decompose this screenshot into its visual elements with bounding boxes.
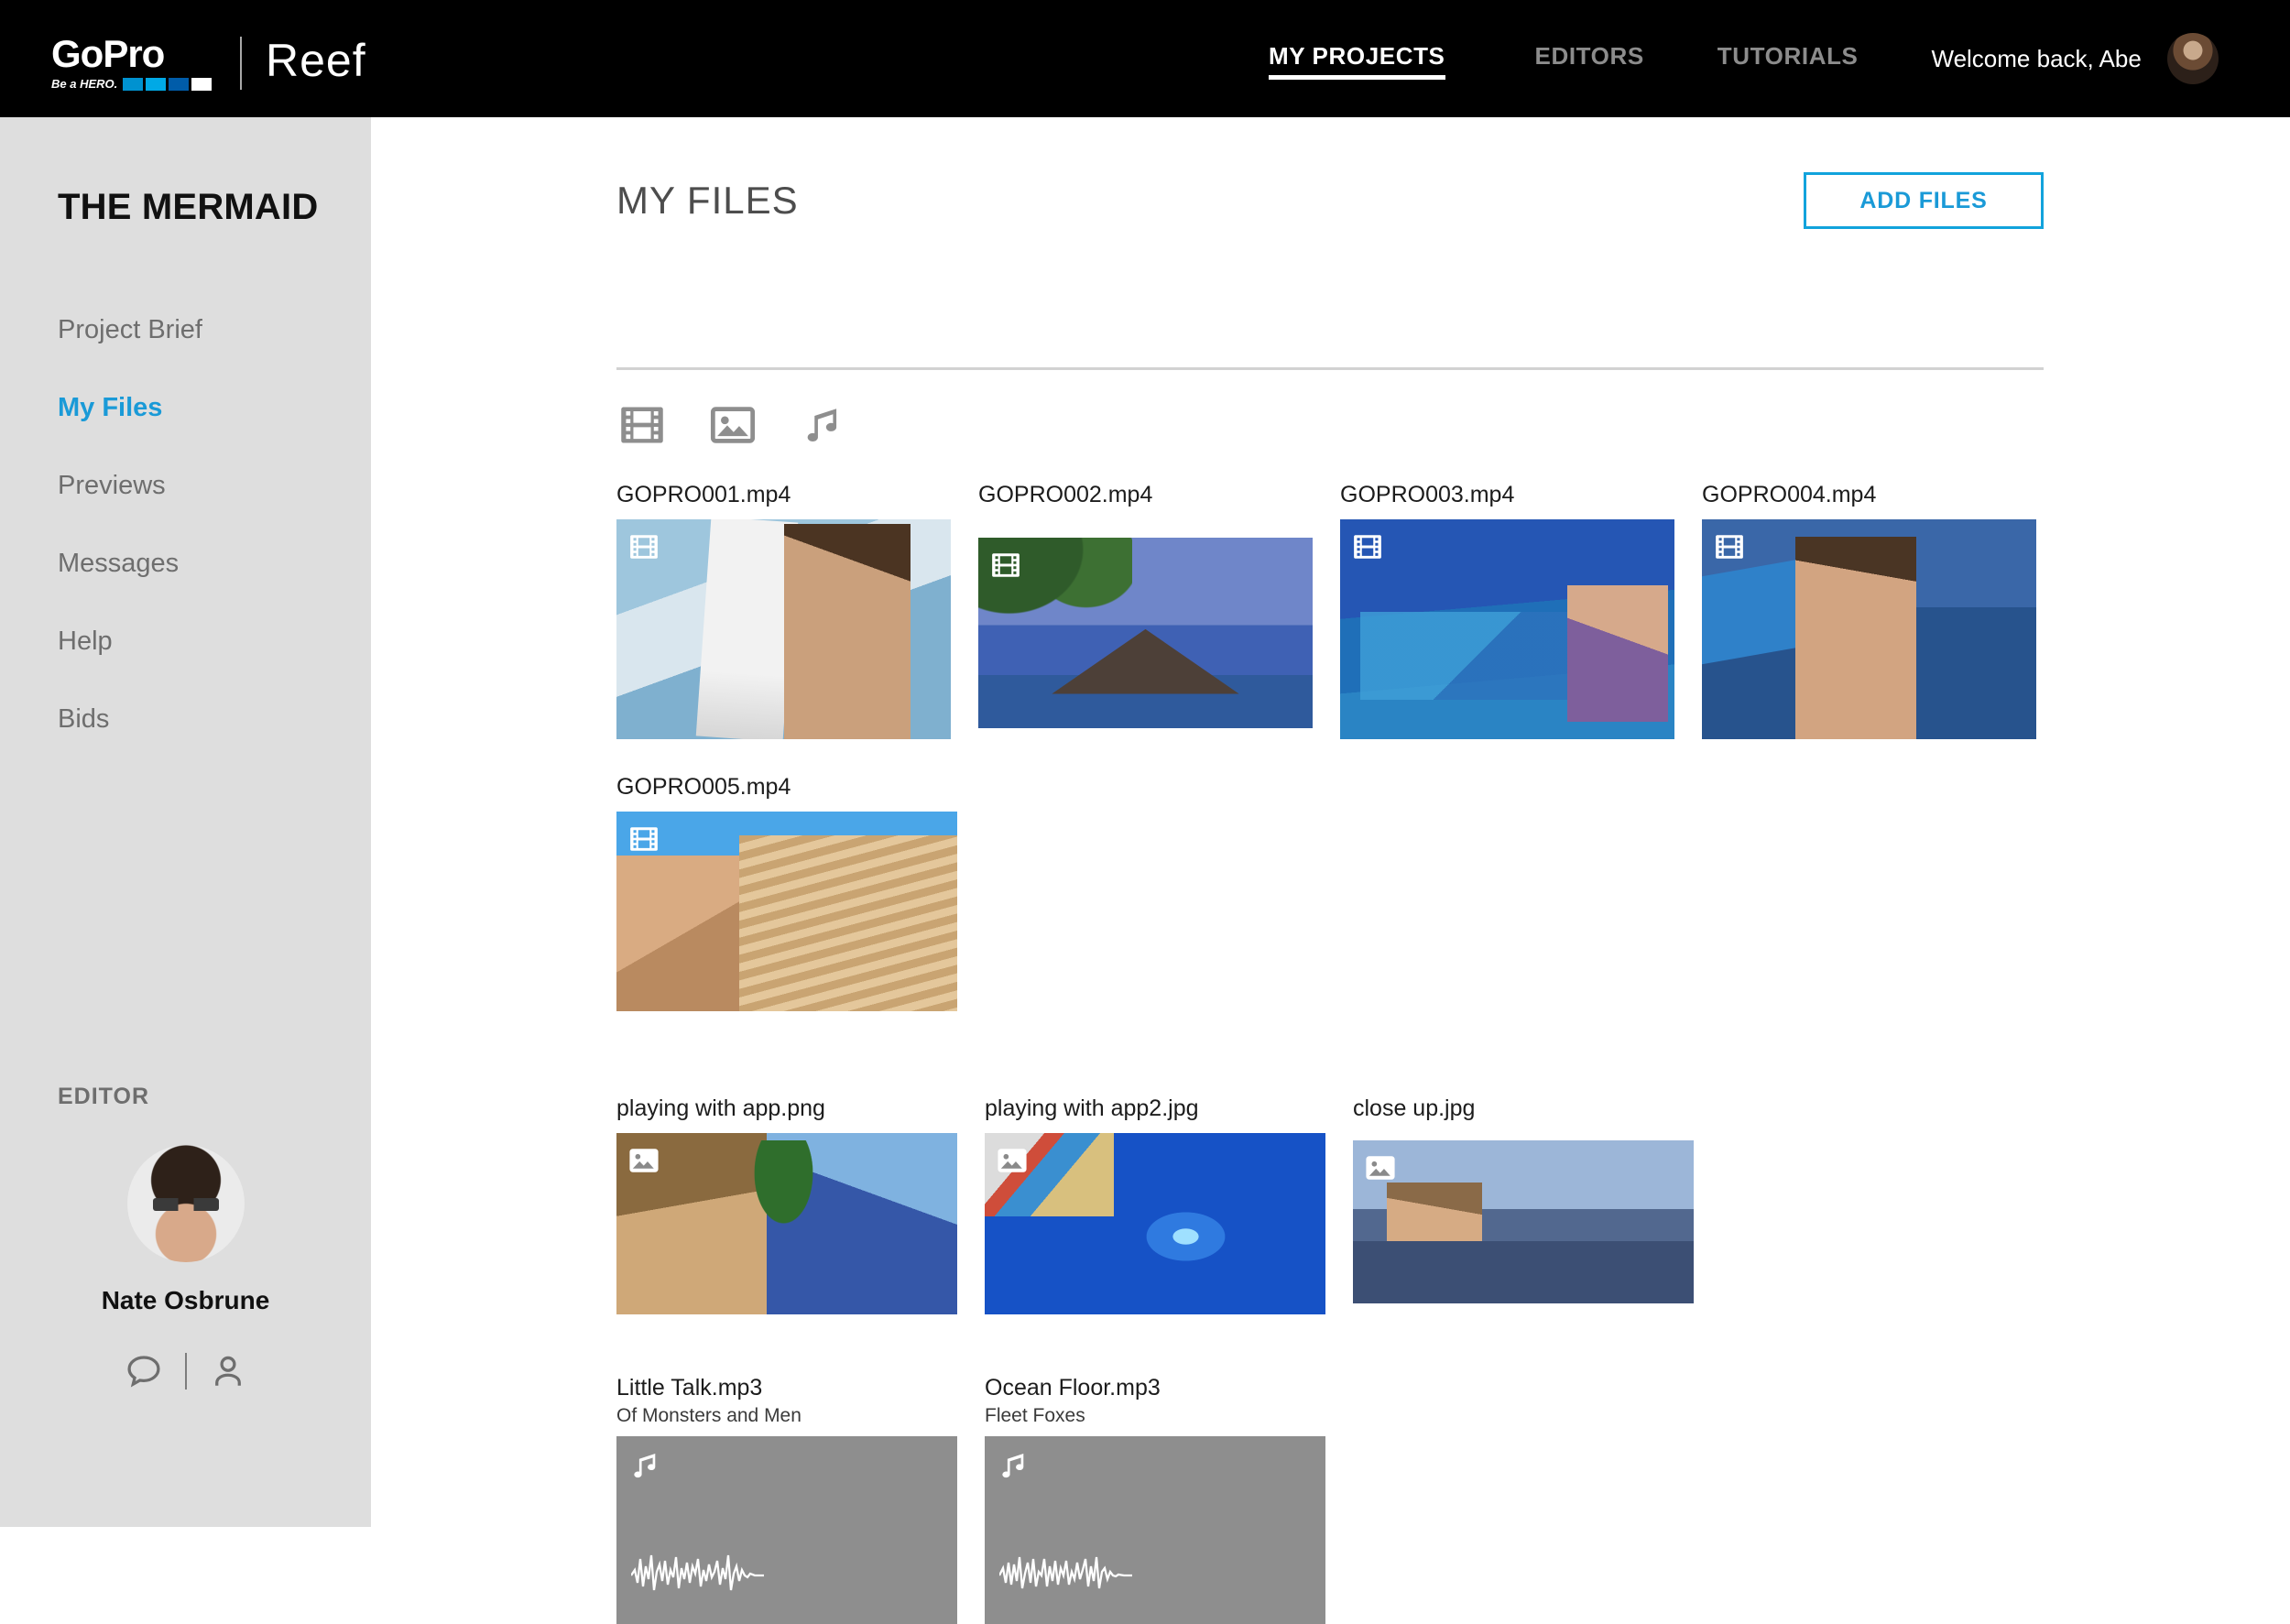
sidebar-item-help[interactable]: Help	[58, 627, 351, 656]
audio-waveform	[998, 1546, 1137, 1602]
nav-editors[interactable]: EDITORS	[1535, 42, 1644, 76]
file-row-images: playing with app.png playing with app2.j…	[616, 1095, 2082, 1314]
files-header: MY FILES ADD FILES	[616, 172, 2044, 229]
video-type-icon	[990, 550, 1021, 585]
nav-my-projects[interactable]: MY PROJECTS	[1269, 42, 1445, 80]
file-type-filters	[618, 401, 847, 449]
file-name: Little Talk.mp3	[616, 1375, 763, 1401]
file-card[interactable]: GOPRO004.mp4	[1702, 482, 2036, 739]
file-artist: Of Monsters and Men	[616, 1405, 802, 1426]
file-thumbnail[interactable]	[1353, 1140, 1694, 1303]
logo-square-4	[191, 77, 213, 91]
file-thumbnail[interactable]	[985, 1133, 1325, 1314]
file-thumbnail[interactable]	[1702, 519, 2036, 739]
file-card[interactable]: playing with app2.jpg	[985, 1095, 1325, 1314]
page-title: MY FILES	[616, 179, 799, 222]
sidebar-item-bids[interactable]: Bids	[58, 704, 351, 734]
image-type-icon	[1365, 1152, 1396, 1188]
file-name: GOPRO001.mp4	[616, 482, 791, 507]
editor-name: Nate Osbrune	[101, 1286, 270, 1314]
gopro-tagline-row: Be a HERO.	[51, 77, 216, 91]
welcome-message: Welcome back, Abe	[1931, 44, 2142, 72]
audio-type-icon	[628, 1448, 663, 1488]
file-thumbnail[interactable]	[978, 538, 1313, 728]
add-files-button[interactable]: ADD FILES	[1804, 172, 2044, 229]
file-grid: GOPRO001.mp4 GOPRO002.mp4 GOPRO003.mp4 G…	[616, 482, 2082, 1624]
video-type-icon	[628, 823, 660, 859]
file-row-videos-2: GOPRO005.mp4	[616, 774, 2082, 1011]
editor-action-row	[0, 1350, 371, 1392]
brand-lockup[interactable]: GoPro Be a HERO. Reef	[51, 35, 366, 92]
video-filter-icon[interactable]	[618, 401, 666, 449]
file-card[interactable]: GOPRO003.mp4	[1340, 482, 1674, 739]
logo-square-2	[146, 77, 167, 91]
profile-icon[interactable]	[207, 1350, 249, 1392]
audio-filter-icon[interactable]	[800, 401, 847, 449]
audio-waveform	[630, 1546, 769, 1602]
top-navigation-bar: GoPro Be a HERO. Reef MY PROJECTS EDITOR…	[0, 0, 2290, 117]
sidebar-item-messages[interactable]: Messages	[58, 549, 351, 578]
sidebar: THE MERMAID Project Brief My Files Previ…	[0, 117, 371, 1527]
file-card[interactable]: playing with app.png	[616, 1095, 957, 1314]
project-title: THE MERMAID	[58, 187, 319, 227]
file-card[interactable]: Ocean Floor.mp3 Fleet Foxes	[985, 1375, 1325, 1624]
user-avatar[interactable]	[2167, 33, 2219, 84]
editor-icon-divider	[184, 1353, 187, 1390]
file-thumbnail[interactable]	[616, 1436, 957, 1624]
product-name: Reef	[266, 35, 366, 86]
file-name: Ocean Floor.mp3	[985, 1375, 1161, 1401]
gopro-tagline: Be a HERO.	[51, 77, 118, 91]
brand-divider	[240, 37, 242, 90]
file-name: playing with app.png	[616, 1095, 825, 1121]
video-type-icon	[1714, 531, 1745, 567]
message-icon[interactable]	[123, 1350, 165, 1392]
image-type-icon	[628, 1145, 660, 1181]
file-name: GOPRO005.mp4	[616, 774, 791, 800]
file-artist: Fleet Foxes	[985, 1405, 1085, 1426]
file-card[interactable]: GOPRO002.mp4	[978, 482, 1313, 739]
logo-square-1	[123, 77, 144, 91]
file-row-audio: Little Talk.mp3 Of Monsters and Men Ocea…	[616, 1375, 2082, 1624]
sidebar-item-previews[interactable]: Previews	[58, 471, 351, 500]
sidebar-item-my-files[interactable]: My Files	[58, 393, 351, 422]
file-card[interactable]: GOPRO005.mp4	[616, 774, 957, 1011]
sidebar-item-project-brief[interactable]: Project Brief	[58, 315, 351, 344]
file-name: GOPRO004.mp4	[1702, 482, 1877, 507]
editor-section-label: EDITOR	[58, 1084, 149, 1109]
gopro-wordmark: GoPro	[51, 32, 165, 75]
header-divider	[616, 367, 2044, 370]
file-card[interactable]: GOPRO001.mp4	[616, 482, 951, 739]
nav-tutorials[interactable]: TUTORIALS	[1718, 42, 1859, 76]
file-name: GOPRO003.mp4	[1340, 482, 1515, 507]
file-thumbnail[interactable]	[985, 1436, 1325, 1624]
image-filter-icon[interactable]	[709, 401, 757, 449]
primary-nav: MY PROJECTS EDITORS TUTORIALS Welcome ba…	[1269, 0, 2142, 117]
sidebar-nav: Project Brief My Files Previews Messages…	[58, 315, 351, 782]
main-content: MY FILES ADD FILES GOPRO001.mp4 GOPRO002…	[371, 117, 2290, 1624]
logo-square-3	[169, 77, 190, 91]
file-thumbnail[interactable]	[616, 812, 957, 1011]
file-row-videos-1: GOPRO001.mp4 GOPRO002.mp4 GOPRO003.mp4 G…	[616, 482, 2082, 739]
editor-panel: EDITOR Nate Osbrune	[0, 1084, 371, 1392]
file-name: close up.jpg	[1353, 1095, 1476, 1121]
file-name: playing with app2.jpg	[985, 1095, 1199, 1121]
gopro-logo: GoPro Be a HERO.	[51, 35, 216, 91]
video-type-icon	[628, 531, 660, 567]
file-thumbnail[interactable]	[1340, 519, 1674, 739]
editor-avatar[interactable]	[126, 1145, 245, 1262]
audio-type-icon	[997, 1448, 1031, 1488]
file-card[interactable]: Little Talk.mp3 Of Monsters and Men	[616, 1375, 957, 1624]
image-type-icon	[997, 1145, 1028, 1181]
file-thumbnail[interactable]	[616, 519, 951, 739]
file-card[interactable]: close up.jpg	[1353, 1095, 1694, 1314]
file-thumbnail[interactable]	[616, 1133, 957, 1314]
file-name: GOPRO002.mp4	[978, 482, 1153, 507]
video-type-icon	[1352, 531, 1383, 567]
